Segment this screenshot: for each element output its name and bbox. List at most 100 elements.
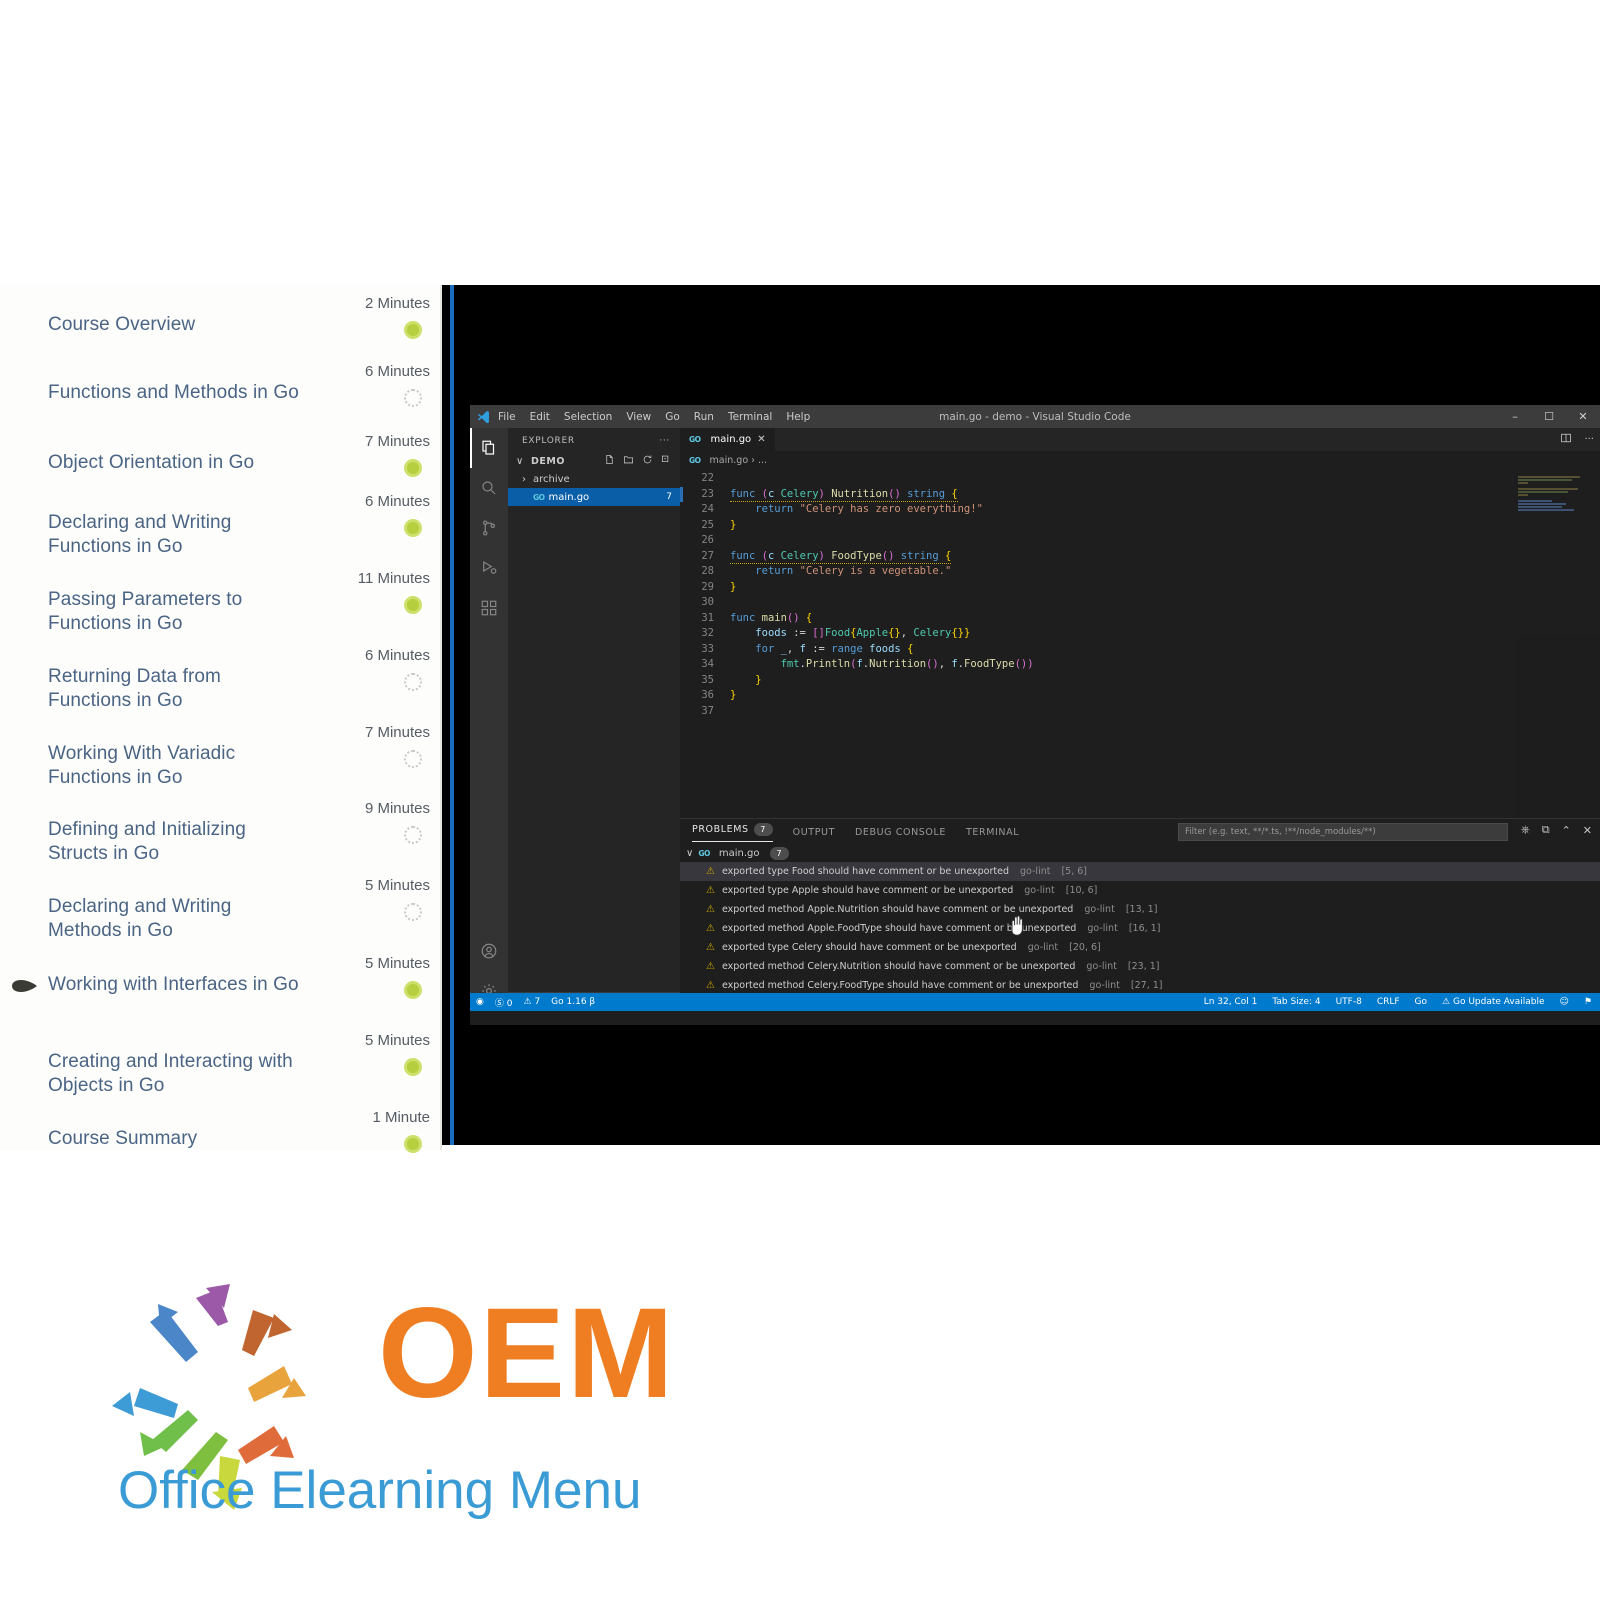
lesson-item[interactable]: Working with Interfaces in Go 5 Minutes [0, 955, 440, 1033]
lesson-title[interactable]: Working with Interfaces in Go [48, 973, 303, 997]
panel-tab-output[interactable]: OUTPUT [793, 827, 835, 838]
menu-item-go[interactable]: Go [665, 411, 680, 423]
menu-item-view[interactable]: View [626, 411, 651, 423]
tree-item-main-go[interactable]: GO main.go 7 [508, 488, 680, 506]
lesson-title[interactable]: Passing Parameters to Functions in Go [48, 588, 303, 635]
problem-row[interactable]: ⚠ exported method Apple.Nutrition should … [680, 900, 1600, 919]
group-chevron-icon[interactable]: ∨ [686, 848, 693, 859]
remote-icon[interactable]: ◉ [476, 997, 484, 1007]
problem-row[interactable]: ⚠ exported type Apple should have comment… [680, 881, 1600, 900]
menu-item-file[interactable]: File [498, 411, 516, 423]
panel-tab-terminal[interactable]: TERMINAL [966, 827, 1019, 838]
new-folder-icon[interactable] [623, 454, 634, 468]
line-ending[interactable]: CRLF [1377, 997, 1400, 1007]
lesson-item[interactable]: Declaring and Writing Methods in Go 5 Min… [0, 877, 440, 955]
search-icon[interactable] [470, 468, 508, 508]
new-file-icon[interactable] [604, 454, 615, 468]
chevron-down-icon[interactable]: ∨ [516, 456, 527, 467]
explorer-actions[interactable] [604, 454, 672, 468]
problem-row[interactable]: ⚠ exported type Celery should have commen… [680, 938, 1600, 957]
editor-tabs[interactable]: GO main.go ✕ ··· [680, 428, 1600, 451]
clear-filter-icon[interactable]: ⎈ [1521, 823, 1530, 837]
status-bar-right[interactable]: Ln 32, Col 1 Tab Size: 4 UTF-8 CRLF Go ⚠… [1204, 997, 1600, 1007]
panel-tab-debug-console[interactable]: DEBUG CONSOLE [855, 827, 946, 838]
activity-bar[interactable] [470, 428, 508, 1011]
encoding[interactable]: UTF-8 [1336, 997, 1362, 1007]
lesson-item[interactable]: Defining and Initializing Structs in Go 9… [0, 800, 440, 878]
file-tree[interactable]: › archive GO main.go 7 [508, 470, 680, 506]
close-icon[interactable]: ✕ [1566, 405, 1600, 428]
lesson-title[interactable]: Defining and Initializing Structs in Go [48, 818, 303, 865]
lesson-title[interactable]: Declaring and Writing Functions in Go [48, 511, 303, 558]
problem-row[interactable]: ⚠ exported type Food should have comment … [680, 862, 1600, 881]
breadcrumb[interactable]: GO main.go › ... [680, 451, 1600, 469]
tab-close-icon[interactable]: ✕ [757, 434, 765, 445]
editor-tab-actions[interactable]: ··· [1560, 428, 1594, 451]
editor-tab-main-go[interactable]: GO main.go ✕ [680, 428, 776, 451]
lesson-title[interactable]: Course Overview [48, 313, 303, 337]
menu-item-selection[interactable]: Selection [564, 411, 612, 423]
collapse-all-icon[interactable] [661, 454, 672, 468]
lesson-item[interactable]: Declaring and Writing Functions in Go 6 M… [0, 493, 440, 571]
refresh-icon[interactable] [642, 454, 653, 468]
lesson-item[interactable]: Creating and Interacting with Objects in… [0, 1032, 440, 1110]
lesson-title[interactable]: Object Orientation in Go [48, 451, 303, 475]
tab-size[interactable]: Tab Size: 4 [1272, 997, 1320, 1007]
warning-count[interactable]: ⚠ 7 [523, 997, 540, 1007]
panel-tab-problems[interactable]: PROBLEMS 7 [692, 822, 773, 842]
menu-item-terminal[interactable]: Terminal [728, 411, 772, 423]
lesson-item[interactable]: Returning Data from Functions in Go 6 Min… [0, 647, 440, 725]
go-update-notification[interactable]: ⚠ Go Update Available [1442, 997, 1545, 1007]
source-control-icon[interactable] [470, 508, 508, 548]
video-player-frame[interactable]: File Edit Selection View Go Run Terminal Help m… [442, 285, 1600, 1145]
lesson-title[interactable]: Functions and Methods in Go [48, 381, 303, 405]
minimap[interactable] [1514, 469, 1600, 819]
chevron-up-icon[interactable]: ⌃ [1562, 824, 1571, 837]
lesson-item[interactable]: Passing Parameters to Functions in Go 11 … [0, 570, 440, 648]
lesson-item[interactable]: Working With Variadic Functions in Go 7 M… [0, 724, 440, 802]
problem-row[interactable]: ⚠ exported method Apple.FoodType should h… [680, 919, 1600, 938]
split-editor-icon[interactable] [1560, 432, 1572, 447]
menu-item-edit[interactable]: Edit [530, 411, 550, 423]
close-panel-icon[interactable]: ✕ [1583, 824, 1592, 837]
lesson-title[interactable]: Working With Variadic Functions in Go [48, 742, 303, 789]
go-version-status[interactable]: Go 1.16 β [551, 997, 595, 1007]
maximize-icon[interactable]: ☐ [1532, 405, 1566, 428]
feedback-icon[interactable]: ☺ [1560, 997, 1569, 1007]
menu-item-run[interactable]: Run [694, 411, 714, 423]
problems-file-group[interactable]: ∨ GO main.go 7 [680, 845, 1600, 862]
lesson-title[interactable]: Returning Data from Functions in Go [48, 665, 303, 712]
problems-filter-input[interactable]: Filter (e.g. text, **/*.ts, !**/node_mod… [1178, 823, 1508, 841]
lesson-title[interactable]: Creating and Interacting with Objects in… [48, 1050, 303, 1097]
status-bar-left[interactable]: ◉ Ⓢ 0 ⚠ 7 Go 1.16 β [470, 996, 595, 1009]
extensions-icon[interactable] [470, 588, 508, 628]
maximize-panel-icon[interactable]: ⧉ [1542, 823, 1550, 837]
lesson-item[interactable]: Functions and Methods in Go 6 Minutes [0, 363, 440, 441]
minimize-icon[interactable]: – [1498, 405, 1532, 428]
window-controls[interactable]: – ☐ ✕ [1498, 405, 1600, 428]
problem-row[interactable]: ⚠ exported method Celery.Nutrition should… [680, 957, 1600, 976]
lesson-meta: 9 Minutes [310, 800, 430, 849]
lesson-item[interactable]: Course Summary 1 Minute [0, 1109, 440, 1187]
cursor-position[interactable]: Ln 32, Col 1 [1204, 997, 1258, 1007]
explorer-icon[interactable] [470, 428, 508, 468]
vscode-menubar[interactable]: File Edit Selection View Go Run Terminal Help [496, 411, 810, 423]
language-mode[interactable]: Go [1415, 997, 1427, 1007]
bell-icon[interactable]: ⚑ [1584, 997, 1592, 1007]
menu-item-help[interactable]: Help [786, 411, 810, 423]
chevron-right-icon[interactable]: › [522, 474, 533, 485]
problems-list[interactable]: ⚠ exported type Food should have comment … [680, 862, 1600, 995]
editor-more-icon[interactable]: ··· [1584, 434, 1594, 445]
run-debug-icon[interactable] [470, 548, 508, 588]
panel-actions[interactable]: ⎈ ⧉ ⌃ ✕ [1521, 823, 1592, 837]
lesson-title[interactable]: Course Summary [48, 1127, 303, 1151]
explorer-more-icon[interactable]: ··· [659, 436, 670, 446]
error-count[interactable]: Ⓢ 0 [495, 996, 513, 1009]
lesson-title[interactable]: Declaring and Writing Methods in Go [48, 895, 303, 942]
tree-item-archive[interactable]: › archive [508, 470, 680, 488]
status-bar[interactable]: ◉ Ⓢ 0 ⚠ 7 Go 1.16 β Ln 32, Col 1 Tab Siz… [470, 993, 1600, 1011]
explorer-folder-section[interactable]: ∨ DEMO [508, 452, 680, 470]
account-icon[interactable] [470, 931, 508, 971]
lesson-meta: 2 Minutes [310, 295, 430, 344]
code-editor[interactable]: 22 23 func (c Celery) Nutrition() string {… [680, 469, 1600, 819]
